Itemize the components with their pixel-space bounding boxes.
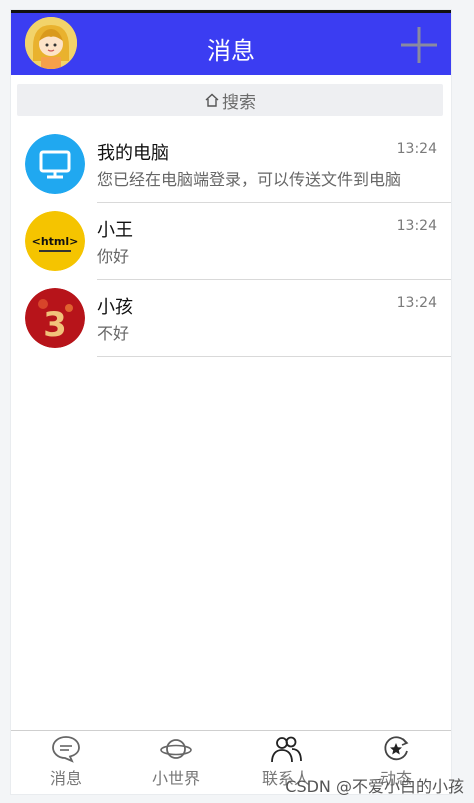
planet-icon [160,739,192,759]
divider [97,356,451,357]
conversation-preview: 您已经在电脑端登录，可以传送文件到电脑 [97,170,402,189]
conversation-item[interactable]: 我的电脑 13:24 您已经在电脑端登录，可以传送文件到电脑 [11,126,451,203]
conversation-time: 13:24 [396,295,437,311]
html-logo-icon: <html> [25,211,85,271]
conversation-item[interactable]: 3 小孩 13:24 不好 [11,280,451,357]
watermark-text: CSDN @不爱小白的小孩 [285,777,464,796]
conversation-preview: 你好 [97,247,130,266]
page-title: 消息 [207,37,255,65]
number-three-red-icon: 3 [25,288,85,348]
conversation-name: 小孩 [97,297,133,318]
avatar-three-text: 3 [43,305,67,345]
chat-bubble-icon [52,736,80,763]
tab-small-world[interactable]: 小世界 [121,731,231,794]
conversation-name: 我的电脑 [97,143,169,164]
search-label: 搜索 [222,92,256,113]
conversation-name: 小王 [97,220,133,241]
conversation-list: 我的电脑 13:24 您已经在电脑端登录，可以传送文件到电脑 <html> 小王… [11,126,451,357]
plus-icon[interactable] [399,25,439,65]
conversation-item[interactable]: <html> 小王 13:24 你好 [11,203,451,280]
conversation-time: 13:24 [396,141,437,157]
conversation-preview: 不好 [97,324,130,343]
tab-label: 消息 [49,769,82,788]
conversation-time: 13:24 [396,218,437,234]
tab-messages[interactable]: 消息 [11,731,121,794]
html-logo-text: <html> [32,235,79,248]
contacts-icon [271,736,302,763]
phone-screen: 消息 搜索 我的电脑 13:24 您已经在电脑端登录，可以传送文件到电脑 <ht… [11,10,451,794]
home-icon [205,93,219,107]
computer-monitor-icon [25,134,85,194]
star-refresh-icon [384,736,409,761]
tab-label: 小世界 [151,769,200,788]
app-header: 消息 [11,13,451,75]
search-bar[interactable]: 搜索 [17,84,443,116]
